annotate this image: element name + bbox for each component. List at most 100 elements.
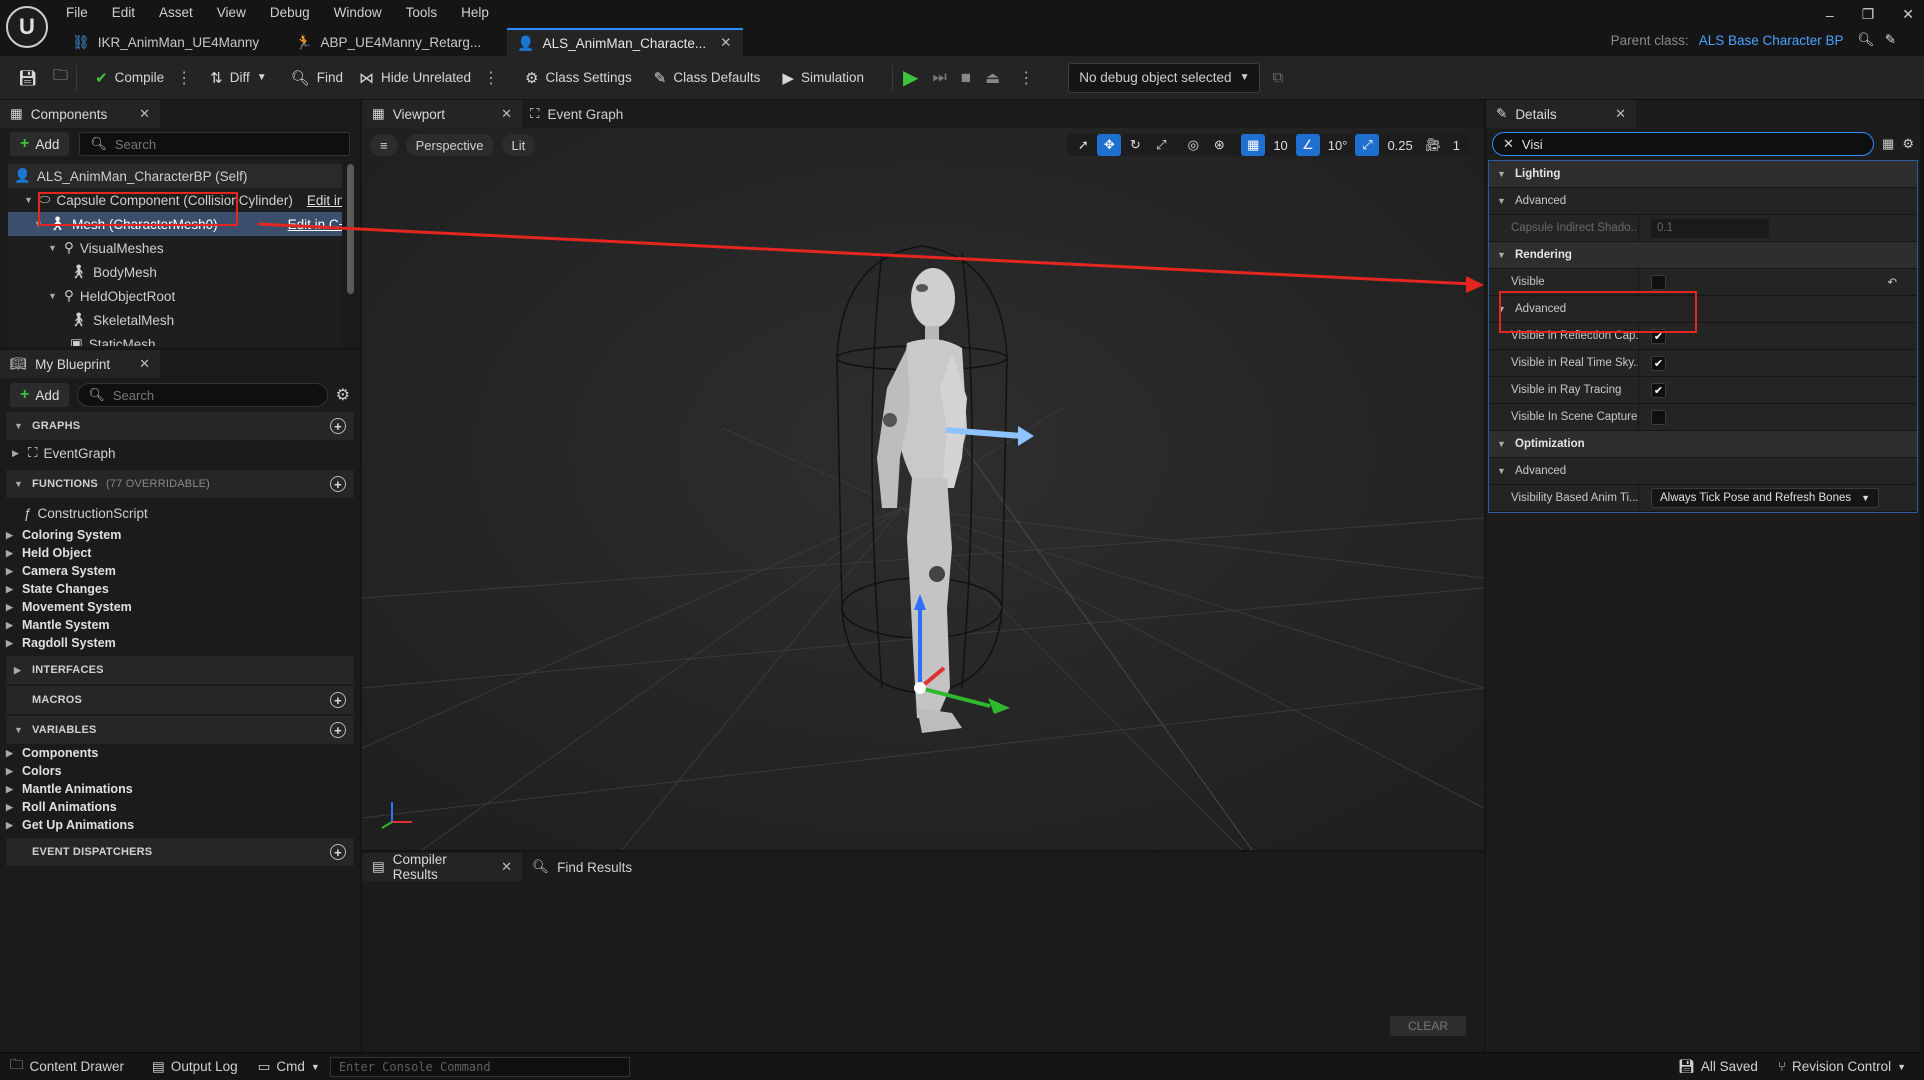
eject-icon[interactable]: ⏏ bbox=[985, 68, 1000, 88]
debug-find-icon[interactable]: ⧉ bbox=[1272, 69, 1283, 86]
graphs-section-header[interactable]: ▼ GRAPHS + bbox=[6, 412, 354, 440]
tab-details[interactable]: ✎ Details ✕ bbox=[1486, 100, 1636, 128]
add-circle-icon[interactable]: + bbox=[330, 692, 346, 708]
function-category-item[interactable]: ▶ Ragdoll System bbox=[6, 634, 354, 652]
tree-item-self[interactable]: 👤 ALS_AnimMan_CharacterBP (Self) bbox=[8, 164, 342, 188]
tab-components[interactable]: ▦ Components ✕ bbox=[0, 100, 160, 128]
scale-snap-icon[interactable]: ⤢ bbox=[1355, 134, 1380, 156]
compile-button[interactable]: ✔ Compile bbox=[87, 63, 172, 93]
visible-ray-tracing-checkbox[interactable] bbox=[1651, 382, 1666, 398]
parent-class-link[interactable]: ALS Base Character BP bbox=[1699, 33, 1844, 48]
close-tab-icon[interactable]: ✕ bbox=[501, 106, 512, 122]
tree-item-bodymesh[interactable]: 🚶︎ BodyMesh bbox=[8, 260, 342, 284]
console-command-input[interactable]: Enter Console Command bbox=[329, 1056, 630, 1077]
components-search-input[interactable]: 🔍︎ Search bbox=[79, 132, 350, 156]
menu-help[interactable]: Help bbox=[461, 5, 489, 20]
play-options-icon[interactable]: ⋮ bbox=[1014, 68, 1038, 88]
clear-search-icon[interactable]: ✕ bbox=[1503, 136, 1514, 152]
camera-speed-icon[interactable]: 🎥︎ bbox=[1421, 134, 1445, 156]
cmd-select[interactable]: ▭ Cmd ▼ bbox=[248, 1053, 330, 1080]
lighting-advanced[interactable]: ▼ Advanced bbox=[1489, 188, 1917, 215]
rotation-snap-icon[interactable]: ∠ bbox=[1295, 134, 1320, 156]
tree-item-staticmesh[interactable]: ▣ StaticMesh bbox=[8, 332, 342, 346]
tab-als-animman-character[interactable]: 👤 ALS_AnimMan_Characte... ✕ bbox=[507, 28, 744, 56]
diff-button[interactable]: ⇅ Diff ▼ bbox=[202, 63, 275, 93]
variable-category-item[interactable]: ▶ Colors bbox=[6, 762, 354, 780]
browse-button[interactable]: 🗀 bbox=[45, 63, 76, 93]
expand-arrow-icon[interactable]: ▼ bbox=[24, 195, 33, 205]
my-blueprint-search-input[interactable]: 🔍︎ Search bbox=[77, 383, 328, 407]
close-window-icon[interactable]: ✕ bbox=[1902, 6, 1914, 23]
expand-arrow-icon[interactable]: ▼ bbox=[48, 243, 58, 253]
function-category-item[interactable]: ▶ Coloring System bbox=[6, 526, 354, 544]
camera-speed-value[interactable]: 1 bbox=[1447, 138, 1466, 153]
category-optimization[interactable]: ▼ Optimization bbox=[1489, 431, 1917, 458]
menu-tools[interactable]: Tools bbox=[406, 5, 438, 20]
class-defaults-button[interactable]: ✎ Class Defaults bbox=[646, 63, 769, 93]
find-button[interactable]: 🔍︎ Find bbox=[283, 63, 351, 93]
viewport-canvas[interactable]: ≡ Perspective Lit ➚ ✥ ↻ ⤢ ◎ ⊛ ▦ 10 ∠ 10°… bbox=[362, 128, 1484, 850]
variable-category-item[interactable]: ▶ Get Up Animations bbox=[6, 816, 354, 834]
function-category-item[interactable]: ▶ State Changes bbox=[6, 580, 354, 598]
grid-snap-value[interactable]: 10 bbox=[1267, 138, 1293, 153]
unreal-logo-icon[interactable]: U bbox=[6, 6, 48, 48]
output-log-button[interactable]: ▤ Output Log bbox=[142, 1053, 248, 1080]
visible-scene-capture-checkbox[interactable] bbox=[1651, 409, 1666, 425]
all-saved-button[interactable]: 💾︎ All Saved bbox=[1668, 1053, 1768, 1080]
hide-unrelated-options-icon[interactable]: ⋮ bbox=[479, 68, 503, 88]
menu-file[interactable]: File bbox=[66, 5, 88, 20]
add-component-button[interactable]: + Add bbox=[10, 132, 70, 156]
function-item-constructionscript[interactable]: ƒ ConstructionScript bbox=[6, 500, 354, 526]
scale-snap-value[interactable]: 0.25 bbox=[1381, 138, 1418, 153]
function-category-item[interactable]: ▶ Movement System bbox=[6, 598, 354, 616]
minimize-icon[interactable]: – bbox=[1826, 7, 1834, 23]
grid-snap-icon[interactable]: ▦ bbox=[1241, 134, 1266, 156]
details-search-input[interactable]: ✕ Visi bbox=[1492, 132, 1875, 156]
functions-section-header[interactable]: ▼ FUNCTIONS (77 OVERRIDABLE) + bbox=[6, 470, 354, 498]
expand-arrow-icon[interactable]: ▼ bbox=[48, 291, 58, 301]
tree-item-skeletalmesh[interactable]: 🚶︎ SkeletalMesh bbox=[8, 308, 342, 332]
variable-category-item[interactable]: ▶ Mantle Animations bbox=[6, 780, 354, 798]
tab-find-results[interactable]: 🔍︎ Find Results bbox=[532, 859, 632, 875]
class-settings-button[interactable]: ⚙ Class Settings bbox=[517, 63, 640, 93]
rotate-tool-icon[interactable]: ↻ bbox=[1123, 134, 1147, 156]
graph-item-eventgraph[interactable]: ▶ ⛶ EventGraph bbox=[6, 440, 354, 466]
macros-section-header[interactable]: MACROS + bbox=[6, 686, 354, 714]
clear-button[interactable]: CLEAR bbox=[1389, 1016, 1466, 1036]
visibility-based-anim-select[interactable]: Always Tick Pose and Refresh Bones ▼ bbox=[1651, 488, 1880, 508]
select-tool-icon[interactable]: ➚ bbox=[1071, 134, 1095, 156]
function-category-item[interactable]: ▶ Mantle System bbox=[6, 616, 354, 634]
step-icon[interactable]: ⏭ bbox=[932, 69, 946, 87]
tab-abp-ue4manny[interactable]: 🏃 ABP_UE4Manny_Retarg... bbox=[285, 28, 493, 56]
menu-debug[interactable]: Debug bbox=[270, 5, 310, 20]
reset-to-default-icon[interactable]: ↶ bbox=[1887, 275, 1897, 289]
rotation-snap-value[interactable]: 10° bbox=[1322, 138, 1354, 153]
revision-control-button[interactable]: ⑂ Revision Control ▼ bbox=[1768, 1053, 1916, 1080]
tab-viewport[interactable]: ▦ Viewport ✕ bbox=[362, 100, 522, 128]
lit-button[interactable]: Lit bbox=[501, 134, 536, 156]
close-tab-icon[interactable]: ✕ bbox=[139, 106, 150, 122]
category-lighting[interactable]: ▼ Lighting bbox=[1489, 161, 1917, 188]
restore-icon[interactable]: ❐ bbox=[1862, 6, 1875, 23]
variable-category-item[interactable]: ▶ Roll Animations bbox=[6, 798, 354, 816]
components-scrollbar[interactable] bbox=[347, 164, 354, 294]
hide-unrelated-button[interactable]: ⋈ Hide Unrelated bbox=[351, 63, 479, 93]
close-tab-icon[interactable]: ✕ bbox=[720, 35, 731, 51]
search-icon[interactable]: 🔍︎ bbox=[1858, 32, 1875, 48]
add-circle-icon[interactable]: + bbox=[330, 418, 346, 434]
menu-asset[interactable]: Asset bbox=[159, 5, 193, 20]
variable-category-item[interactable]: ▶ Components bbox=[6, 744, 354, 762]
menu-view[interactable]: View bbox=[217, 5, 246, 20]
category-rendering[interactable]: ▼ Rendering bbox=[1489, 242, 1917, 269]
close-tab-icon[interactable]: ✕ bbox=[501, 859, 512, 875]
debug-object-select[interactable]: No debug object selected ▼ bbox=[1068, 62, 1261, 93]
function-category-item[interactable]: ▶ Camera System bbox=[6, 562, 354, 580]
tab-compiler-results[interactable]: ▤ Compiler Results ✕ bbox=[362, 852, 522, 882]
add-circle-icon[interactable]: + bbox=[330, 476, 346, 492]
play-icon[interactable]: ▶ bbox=[903, 65, 918, 90]
add-circle-icon[interactable]: + bbox=[330, 722, 346, 738]
world-local-icon[interactable]: ◎ bbox=[1181, 134, 1205, 156]
translate-tool-icon[interactable]: ✥ bbox=[1097, 134, 1122, 156]
compile-options-icon[interactable]: ⋮ bbox=[172, 68, 196, 88]
edit-in-cpp-link[interactable]: Edit in C bbox=[307, 193, 342, 208]
